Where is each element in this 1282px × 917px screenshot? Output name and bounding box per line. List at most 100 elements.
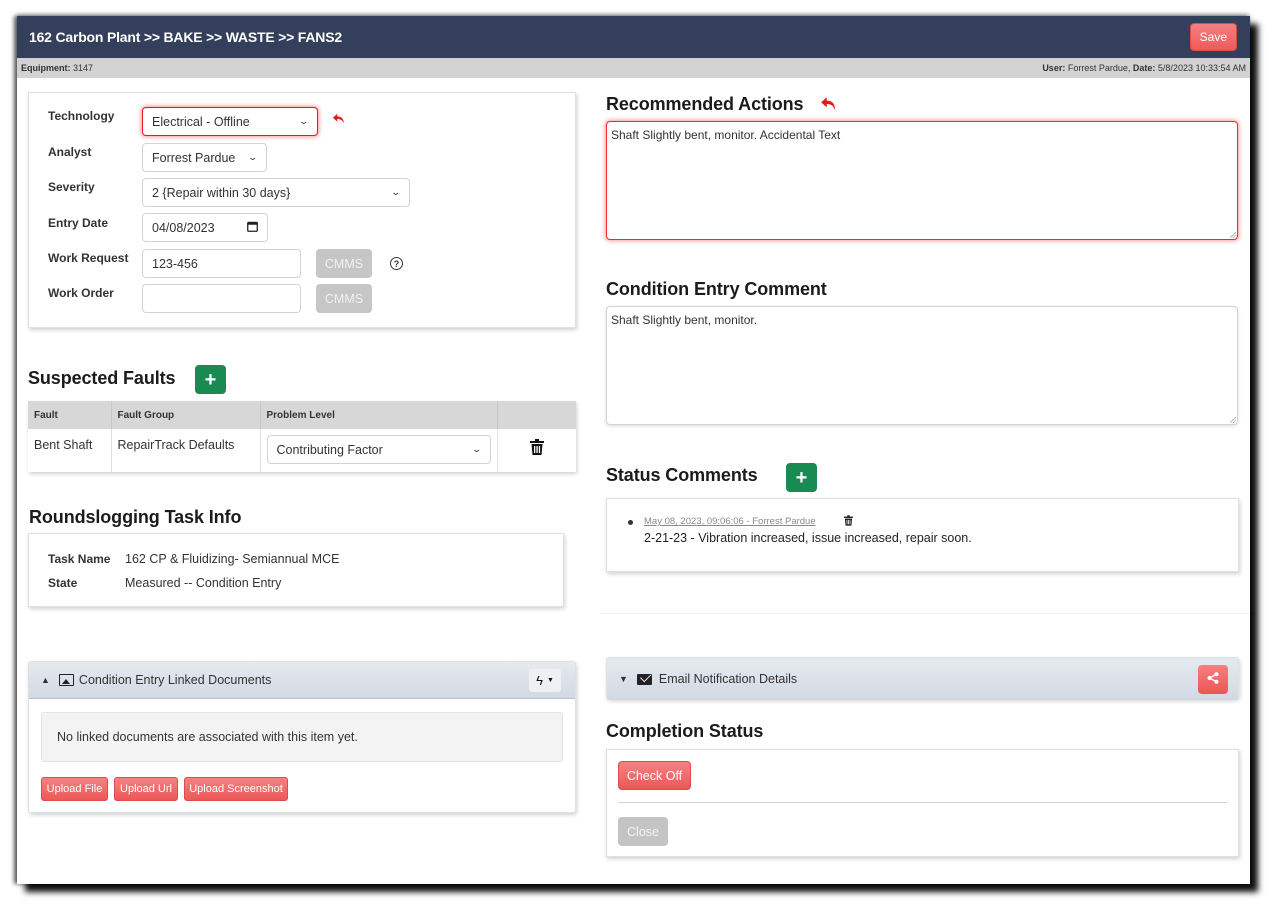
fault-cell: Bent Shaft [28,429,112,472]
work-order-cmms-button[interactable]: CMMS [316,284,372,313]
condition-form-panel: Technology Electrical - Offline ⌄ Analys… [28,92,576,328]
share-button[interactable] [1198,665,1228,694]
chevron-down-icon: ⌄ [390,187,402,197]
task-name-value: 162 CP & Fluidizing- Semiannual MCE [125,552,340,566]
recommended-actions-value: Shaft Slightly bent, monitor. Accidental… [611,128,841,142]
status-comments-panel: May 08, 2023, 09:06:06 - Forrest Pardue … [606,498,1239,572]
envelope-icon [636,673,652,685]
undo-technology-icon[interactable] [332,112,346,131]
entry-date-label: Entry Date [48,216,109,230]
trash-icon[interactable] [844,515,853,529]
equipment-label: Equipment: [21,63,71,73]
add-fault-button[interactable]: + [195,365,226,394]
recommended-actions-heading: Recommended Actions [606,94,804,114]
work-request-value: 123-456 [152,256,198,271]
condition-comment-heading: Condition Entry Comment [606,279,827,299]
task-name-label: Task Name [48,552,111,566]
problem-level-select[interactable]: Contributing Factor ⌄ [266,435,491,464]
severity-select[interactable]: 2 {Repair within 30 days} ⌄ [142,178,410,207]
task-info-heading: Roundslogging Task Info [29,507,242,527]
section-divider [600,613,1250,614]
suspected-faults-heading: Suspected Faults [28,368,176,388]
technology-value: Electrical - Offline [152,114,250,129]
upload-screenshot-button[interactable]: Upload Screenshot [184,777,288,801]
resize-handle[interactable] [1230,232,1236,238]
user-date-info: User: Forrest Pardue, Date: 5/8/2023 10:… [1042,63,1246,73]
column-header [497,401,576,429]
share-icon [1207,672,1219,687]
state-value: Measured -- Condition Entry [125,576,282,590]
completion-status-panel: Check Off Close [606,749,1239,857]
calendar-icon[interactable] [247,221,258,235]
help-icon[interactable]: ? [390,257,403,270]
analyst-select[interactable]: Forrest Pardue ⌄ [142,143,267,172]
recommended-actions-textarea[interactable]: Shaft Slightly bent, monitor. Accidental… [606,121,1238,240]
task-info-panel: Task Name 162 CP & Fluidizing- Semiannua… [28,533,564,607]
severity-value: 2 {Repair within 30 days} [152,185,291,200]
plus-icon: + [795,466,808,489]
bolt-icon: ϟ [536,673,543,688]
date-label: Date: [1132,63,1156,73]
delete-cell [497,429,576,472]
completion-status-heading: Completion Status [606,721,764,741]
chevron-down-icon: ⌄ [247,152,259,162]
actions-dropdown-button[interactable]: ϟ ▼ [529,669,561,692]
comment-meta-link[interactable]: May 08, 2023, 09:06:06 - Forrest Pardue [644,516,816,527]
linked-documents-header[interactable]: ▲ Condition Entry Linked Documents ϟ ▼ [29,662,575,699]
status-comments-heading: Status Comments [606,465,758,485]
column-header: Fault Group [111,401,261,429]
condition-comment-value: Shaft Slightly bent, monitor. [611,313,758,327]
work-order-input[interactable] [142,284,301,313]
linked-documents-title: Condition Entry Linked Documents [78,673,272,687]
chevron-down-icon: ⌄ [298,116,310,126]
analyst-value: Forrest Pardue [152,150,236,165]
add-status-comment-button[interactable]: + [786,463,817,492]
severity-label: Severity [48,180,95,194]
analyst-label: Analyst [48,145,92,159]
work-request-label: Work Request [48,251,129,265]
condition-comment-textarea[interactable]: Shaft Slightly bent, monitor. [606,306,1238,425]
state-label: State [48,576,78,590]
breadcrumb: 162 Carbon Plant >> BAKE >> WASTE >> FAN… [29,29,342,45]
table-row: Bent Shaft RepairTrack Defaults Contribu… [28,429,576,472]
trash-icon[interactable] [529,439,544,458]
equipment-value: 3147 [73,63,94,73]
header-bar: 162 Carbon Plant >> BAKE >> WASTE >> FAN… [17,16,1250,58]
fault-group-cell: RepairTrack Defaults [111,429,261,472]
image-icon [58,674,74,686]
user-value: Forrest Pardue, [1067,63,1131,73]
check-off-button[interactable]: Check Off [618,761,691,790]
linked-documents-panel: ▲ Condition Entry Linked Documents ϟ ▼ N… [28,661,576,813]
faults-table-header: Fault Fault Group Problem Level [28,401,576,429]
work-request-input[interactable]: 123-456 [142,249,301,278]
user-label: User: [1042,63,1066,73]
upload-file-button[interactable]: Upload File [41,777,108,801]
problem-level-value: Contributing Factor [276,442,383,457]
date-value: 5/8/2023 10:33:54 AM [1157,63,1246,73]
expand-icon[interactable]: ▼ [619,674,628,684]
info-bar: Equipment: 3147 User: Forrest Pardue, Da… [17,58,1250,78]
email-notification-header[interactable]: ▼ Email Notification Details [607,658,1238,700]
chevron-down-icon: ⌄ [471,444,483,454]
close-button[interactable]: Close [618,817,668,846]
plus-icon: + [204,368,217,391]
technology-select[interactable]: Electrical - Offline ⌄ [142,107,318,136]
resize-handle[interactable] [1230,417,1236,423]
faults-table: Fault Fault Group Problem Level Bent Sha… [28,401,576,472]
email-notification-panel: ▼ Email Notification Details [606,657,1239,700]
email-notification-title: Email Notification Details [658,672,798,686]
collapse-icon[interactable]: ▲ [41,675,50,685]
save-button[interactable]: Save [1189,23,1237,51]
undo-recommended-actions-icon[interactable] [819,95,839,118]
no-documents-message: No linked documents are associated with … [41,712,563,762]
caret-down-icon: ▼ [546,677,554,684]
work-request-cmms-button[interactable]: CMMS [316,249,372,278]
app-window: 162 Carbon Plant >> BAKE >> WASTE >> FAN… [17,16,1250,884]
column-header: Fault [28,401,112,429]
technology-label: Technology [48,109,115,123]
work-order-label: Work Order [48,286,114,300]
entry-date-input[interactable]: 04/08/2023 [142,213,268,242]
comment-text: 2-21-23 - Vibration increased, issue inc… [644,531,972,545]
column-header: Problem Level [260,401,498,429]
upload-url-button[interactable]: Upload Url [114,777,178,801]
